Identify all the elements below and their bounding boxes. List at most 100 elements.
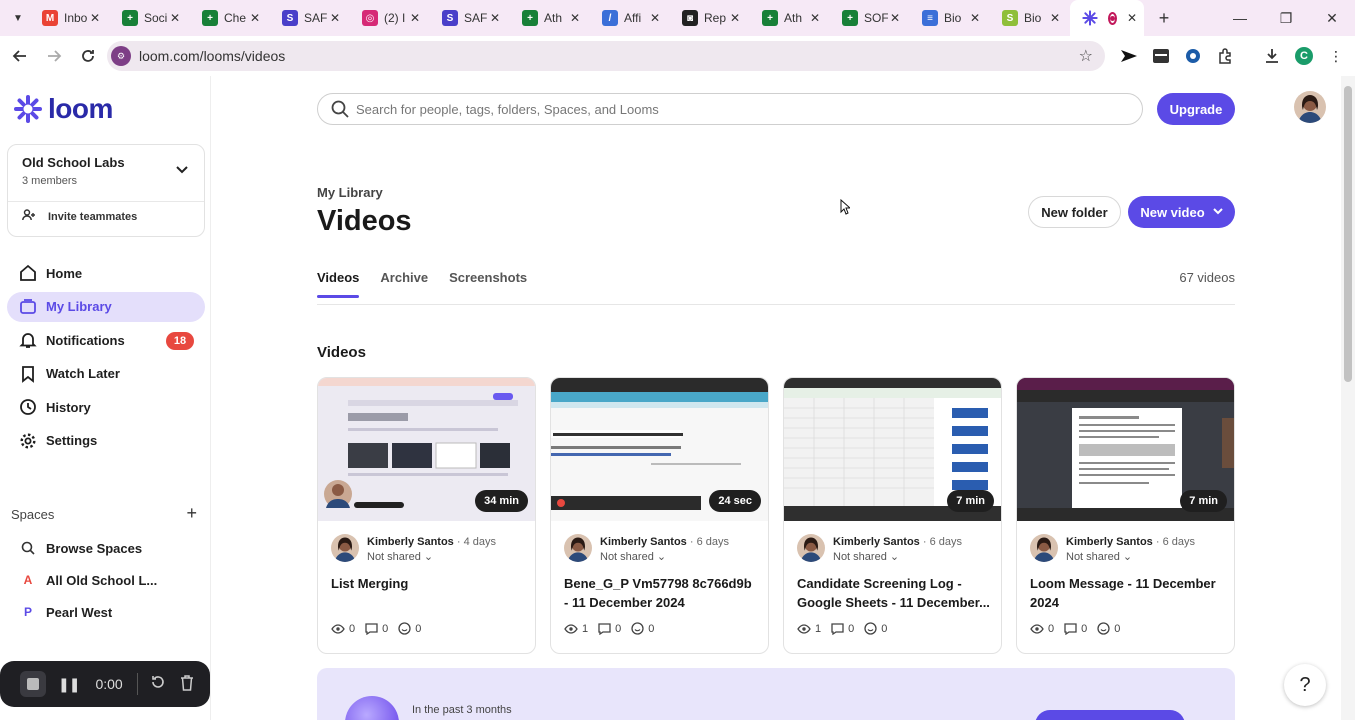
browser-tab[interactable]: + SOF ✕ xyxy=(830,0,910,36)
user-avatar[interactable] xyxy=(1294,91,1326,123)
tab-screenshots[interactable]: Screenshots xyxy=(449,270,527,297)
forward-icon[interactable] xyxy=(38,40,70,72)
loom-logo[interactable]: loom xyxy=(14,93,113,125)
bookmark-icon xyxy=(19,365,37,383)
add-space-icon[interactable]: + xyxy=(186,503,197,524)
address-bar[interactable]: ⚙ loom.com/looms/videos ☆ xyxy=(107,41,1105,71)
close-tab-icon[interactable]: ✕ xyxy=(1048,11,1062,25)
sidebar-item-space-pearl-west[interactable]: P Pearl West xyxy=(20,602,112,622)
browser-tab[interactable]: ◎ (2) I ✕ xyxy=(350,0,430,36)
browser-tab[interactable]: + Soci ✕ xyxy=(110,0,190,36)
invite-teammates-button[interactable]: Invite teammates xyxy=(22,209,137,224)
close-tab-icon[interactable]: ✕ xyxy=(968,11,982,25)
extension-card-icon[interactable] xyxy=(1149,44,1173,68)
restart-icon[interactable] xyxy=(150,674,166,695)
close-tab-icon[interactable]: ✕ xyxy=(88,11,102,25)
view-count: 0 xyxy=(1048,622,1055,635)
browser-tab[interactable]: + Ath ✕ xyxy=(750,0,830,36)
close-tab-icon[interactable]: ✕ xyxy=(728,11,742,25)
browser-tab[interactable]: ≡ Bio ✕ xyxy=(910,0,990,36)
share-status[interactable]: Not shared ⌄ xyxy=(600,550,666,563)
close-tab-icon[interactable]: ✕ xyxy=(648,11,662,25)
browser-tab-active[interactable]: ✕ xyxy=(1070,0,1144,36)
insights-button[interactable] xyxy=(1035,710,1185,720)
video-title[interactable]: Loom Message - 11 December 2024 xyxy=(1030,574,1225,612)
browser-tab[interactable]: / Affi ✕ xyxy=(590,0,670,36)
close-tab-icon[interactable]: ✕ xyxy=(168,11,182,25)
new-video-label: New video xyxy=(1140,204,1205,220)
sidebar-item-settings[interactable]: Settings xyxy=(7,426,205,456)
share-status[interactable]: Not shared ⌄ xyxy=(1066,550,1132,563)
pause-icon[interactable]: ❚❚ xyxy=(58,676,80,693)
browser-tab[interactable]: S Bio ✕ xyxy=(990,0,1070,36)
upgrade-button[interactable]: Upgrade xyxy=(1157,93,1235,125)
tab-favicon-icon: S xyxy=(442,10,458,26)
tab-archive[interactable]: Archive xyxy=(380,270,428,297)
browser-tab[interactable]: + Ath ✕ xyxy=(510,0,590,36)
workspace-switcher[interactable]: Old School Labs 3 members Invite teammat… xyxy=(7,144,205,237)
share-status[interactable]: Not shared ⌄ xyxy=(833,550,899,563)
emoji-icon xyxy=(631,622,644,635)
close-tab-icon[interactable]: ✕ xyxy=(488,11,502,25)
browser-tab[interactable]: S SAF ✕ xyxy=(270,0,350,36)
reload-icon[interactable] xyxy=(72,40,104,72)
video-card[interactable]: 24 sec Kimberly Santos · 6 days Not shar… xyxy=(550,377,769,654)
help-button[interactable]: ? xyxy=(1284,664,1326,706)
extension-arrow-icon[interactable] xyxy=(1117,44,1141,68)
video-card[interactable]: 34 min Kimberly Santos · 4 days Not shar… xyxy=(317,377,536,654)
eye-icon xyxy=(1030,623,1044,634)
sidebar-item-history[interactable]: History xyxy=(7,392,205,422)
chevron-down-icon[interactable] xyxy=(176,163,188,177)
search-bar[interactable] xyxy=(317,93,1143,125)
insights-orb-icon xyxy=(345,696,399,720)
sidebar-item-browse-spaces[interactable]: Browse Spaces xyxy=(20,538,142,558)
close-tab-icon[interactable]: ✕ xyxy=(568,11,582,25)
sidebar-item-space-all[interactable]: A All Old School L... xyxy=(20,570,158,590)
video-title[interactable]: Candidate Screening Log - Google Sheets … xyxy=(797,574,992,612)
bookmark-star-icon[interactable]: ☆ xyxy=(1079,46,1093,66)
profile-icon[interactable]: C xyxy=(1292,44,1316,68)
extension-globe-icon[interactable] xyxy=(1181,44,1205,68)
sidebar-item-notifications[interactable]: Notifications 18 xyxy=(7,325,205,355)
trash-icon[interactable] xyxy=(180,674,194,694)
stop-recording-button[interactable] xyxy=(20,671,46,697)
scrollbar-thumb[interactable] xyxy=(1344,86,1352,382)
breadcrumb[interactable]: My Library xyxy=(317,185,383,200)
browser-tab[interactable]: M Inbo ✕ xyxy=(30,0,110,36)
back-icon[interactable] xyxy=(4,40,36,72)
close-tab-icon[interactable]: ✕ xyxy=(888,11,902,25)
video-card[interactable]: 7 min Kimberly Santos · 6 days Not share… xyxy=(1016,377,1235,654)
video-title[interactable]: Bene_G_P Vm57798 8c766d9b - 11 December … xyxy=(564,574,759,612)
close-tab-icon[interactable]: ✕ xyxy=(328,11,342,25)
close-tab-icon[interactable]: ✕ xyxy=(248,11,262,25)
browser-menu-icon[interactable]: ⋮ xyxy=(1324,44,1348,68)
video-card[interactable]: 7 min Kimberly Santos · 6 days Not share… xyxy=(783,377,1002,654)
browser-tab[interactable]: ◙ Rep ✕ xyxy=(670,0,750,36)
sidebar-item-home[interactable]: Home xyxy=(7,258,205,288)
new-tab-icon[interactable]: + xyxy=(1150,8,1178,29)
tab-favicon-icon: + xyxy=(202,10,218,26)
close-window-icon[interactable]: ✕ xyxy=(1309,0,1355,36)
page-scrollbar[interactable] xyxy=(1341,76,1355,720)
extensions-puzzle-icon[interactable] xyxy=(1213,44,1237,68)
video-title[interactable]: List Merging xyxy=(331,574,526,593)
minimize-icon[interactable]: — xyxy=(1217,0,1263,36)
new-video-button[interactable]: New video xyxy=(1128,196,1235,228)
browser-tab[interactable]: + Che ✕ xyxy=(190,0,270,36)
sidebar-item-my-library[interactable]: My Library xyxy=(7,291,205,322)
tab-title: Bio xyxy=(1024,11,1042,25)
search-input[interactable] xyxy=(356,101,1116,117)
restore-icon[interactable]: ❐ xyxy=(1263,0,1309,36)
eye-icon xyxy=(797,623,811,634)
new-folder-button[interactable]: New folder xyxy=(1028,196,1121,228)
browser-tab[interactable]: S SAF ✕ xyxy=(430,0,510,36)
tab-videos[interactable]: Videos xyxy=(317,270,360,298)
download-icon[interactable] xyxy=(1260,44,1284,68)
sidebar-item-watch-later[interactable]: Watch Later xyxy=(7,359,205,389)
close-tab-icon[interactable]: ✕ xyxy=(808,11,822,25)
close-tab-icon[interactable]: ✕ xyxy=(1125,11,1139,25)
close-tab-icon[interactable]: ✕ xyxy=(408,11,422,25)
share-status[interactable]: Not shared ⌄ xyxy=(367,550,433,563)
site-info-icon[interactable]: ⚙ xyxy=(111,46,131,66)
tab-search-chevron-icon[interactable]: ▼ xyxy=(6,6,30,30)
